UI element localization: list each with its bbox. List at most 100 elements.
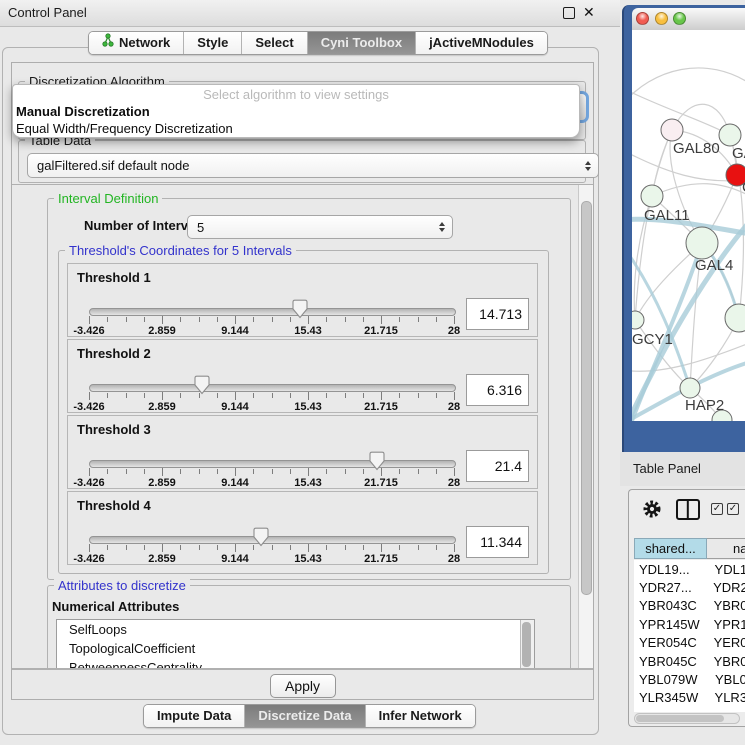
- table-row[interactable]: YER054C YER0: [634, 634, 745, 652]
- table-hscrollbar-thumb[interactable]: [636, 715, 724, 722]
- table-hscrollbar[interactable]: [634, 713, 740, 724]
- slider-tick-label: -3.426: [73, 401, 104, 413]
- attribute-list-item[interactable]: TopologicalCoefficient: [57, 639, 534, 658]
- table-row[interactable]: YBR043C YBR0: [634, 597, 745, 615]
- algorithm-option[interactable]: Equal Width/Frequency Discretization: [13, 120, 579, 137]
- tab-select[interactable]: Select: [242, 32, 307, 54]
- network-node[interactable]: [725, 304, 745, 332]
- table-cell-name: YIL0: [715, 709, 744, 712]
- slider-tick: [290, 317, 291, 322]
- table-row[interactable]: YPR145W YPR1: [634, 615, 745, 633]
- network-node[interactable]: [686, 227, 718, 259]
- tab-network[interactable]: Network: [89, 32, 184, 54]
- table-row[interactable]: YBL079W YBL0: [634, 670, 745, 688]
- numerical-attributes-list[interactable]: SelfLoopsTopologicalCoefficientBetweenne…: [56, 619, 535, 670]
- table-cell-shared: YLR345W: [634, 690, 713, 705]
- threshold-value-field[interactable]: 6.316: [466, 374, 529, 406]
- apply-button[interactable]: Apply: [270, 674, 336, 698]
- gear-icon[interactable]: [642, 499, 662, 524]
- threshold-slider-track[interactable]: [89, 460, 456, 468]
- table-cell-name: YDR2: [711, 580, 745, 595]
- slider-tick-label: 28: [448, 553, 460, 565]
- threshold-slider-thumb[interactable]: [368, 451, 386, 471]
- attribute-list-item[interactable]: SelfLoops: [57, 620, 534, 639]
- zoom-traffic-light[interactable]: [673, 12, 686, 25]
- slider-tick: [126, 393, 127, 398]
- columns-icon[interactable]: [676, 499, 700, 520]
- table-cell-shared: YIL052C: [634, 709, 715, 712]
- slider-tick: [199, 317, 200, 322]
- slider-tick-label: 15.43: [294, 401, 322, 413]
- network-edge[interactable]: [730, 135, 743, 318]
- float-window-icon[interactable]: [563, 7, 575, 19]
- threshold-value-field[interactable]: 21.4: [466, 450, 529, 482]
- table-row[interactable]: YLR345W YLR3: [634, 689, 745, 707]
- list-scrollbar-thumb[interactable]: [522, 622, 531, 667]
- threshold-panel: Threshold 3 -3.4262.8599.14415.4321.7152…: [67, 415, 538, 489]
- tab-label: jActiveMNodules: [429, 32, 534, 54]
- tab-label: Network: [119, 32, 170, 54]
- node-label: GAL4: [695, 257, 733, 274]
- tab-discretize-data[interactable]: Discretize Data: [245, 705, 365, 727]
- network-node[interactable]: [632, 311, 644, 329]
- slider-tick: [418, 545, 419, 550]
- node-label: HAP2: [685, 397, 724, 414]
- table-cell-name: YBR0: [712, 654, 745, 669]
- settings-scrollbar-thumb[interactable]: [581, 201, 592, 595]
- table-row[interactable]: YDL19... YDL1: [634, 560, 745, 578]
- cyni-toolbox-content: Discretization Algorithm Table Data galF…: [11, 62, 594, 700]
- table-panel: ✓ ✓ shared... na YDL19... YDL1 YDR27... …: [628, 489, 745, 727]
- checkbox-icon[interactable]: ✓: [711, 503, 723, 515]
- list-scrollbar[interactable]: [520, 620, 534, 670]
- threshold-slider-thumb[interactable]: [252, 527, 270, 547]
- slider-tick: [381, 316, 382, 324]
- algorithm-option[interactable]: Manual Discretization: [13, 103, 579, 120]
- table-data-combo[interactable]: galFiltered.sif default node: [27, 153, 599, 178]
- slider-tick: [381, 468, 382, 476]
- number-of-intervals-combo[interactable]: 5: [187, 215, 453, 239]
- threshold-label: Threshold 4: [77, 498, 151, 513]
- table-row[interactable]: YBR045C YBR0: [634, 652, 745, 670]
- slider-tick: [199, 469, 200, 474]
- slider-tick: [436, 469, 437, 474]
- slider-tick: [180, 469, 181, 474]
- slider-tick: [180, 393, 181, 398]
- column-header-name[interactable]: na: [707, 538, 745, 559]
- table-row[interactable]: YIL052C YIL0: [634, 707, 745, 712]
- tab-label: Cyni Toolbox: [321, 32, 402, 54]
- tab-jactivemnodules[interactable]: jActiveMNodules: [416, 32, 547, 54]
- settings-scrollbar[interactable]: [578, 185, 593, 669]
- table-row[interactable]: YDR27... YDR2: [634, 578, 745, 596]
- network-node[interactable]: [661, 119, 683, 141]
- tab-cyni-toolbox[interactable]: Cyni Toolbox: [308, 32, 416, 54]
- tab-impute-data[interactable]: Impute Data: [144, 705, 245, 727]
- network-node[interactable]: [719, 124, 741, 146]
- slider-tick: [363, 469, 364, 474]
- threshold-slider-thumb[interactable]: [193, 375, 211, 395]
- threshold-slider-track[interactable]: [89, 308, 456, 316]
- network-edge[interactable]: [632, 68, 745, 105]
- column-header-shared[interactable]: shared...: [634, 538, 707, 559]
- close-icon[interactable]: ✕: [583, 4, 595, 21]
- close-traffic-light[interactable]: [636, 12, 649, 25]
- network-canvas[interactable]: GAL80GACGAL11GAL4GCY1HHAP2: [632, 30, 745, 421]
- slider-tick-label: -3.426: [73, 325, 104, 337]
- threshold-value-field[interactable]: 14.713: [466, 298, 529, 330]
- slider-tick: [217, 469, 218, 474]
- network-window-titlebar[interactable]: [632, 8, 745, 31]
- node-label: GCY1: [632, 331, 673, 348]
- network-edge[interactable]: [652, 184, 745, 200]
- network-node[interactable]: [680, 378, 700, 398]
- threshold-slider-thumb[interactable]: [291, 299, 309, 319]
- minimize-traffic-light[interactable]: [655, 12, 668, 25]
- threshold-label: Threshold 3: [77, 422, 151, 437]
- checkbox-icon[interactable]: ✓: [727, 503, 739, 515]
- slider-tick: [290, 469, 291, 474]
- threshold-slider-track[interactable]: [89, 384, 456, 392]
- tab-infer-network[interactable]: Infer Network: [366, 705, 475, 727]
- threshold-slider-track[interactable]: [89, 536, 456, 544]
- tab-style[interactable]: Style: [184, 32, 242, 54]
- network-node[interactable]: [641, 185, 663, 207]
- table-cell-shared: YBR045C: [634, 654, 712, 669]
- threshold-value-field[interactable]: 11.344: [466, 526, 529, 558]
